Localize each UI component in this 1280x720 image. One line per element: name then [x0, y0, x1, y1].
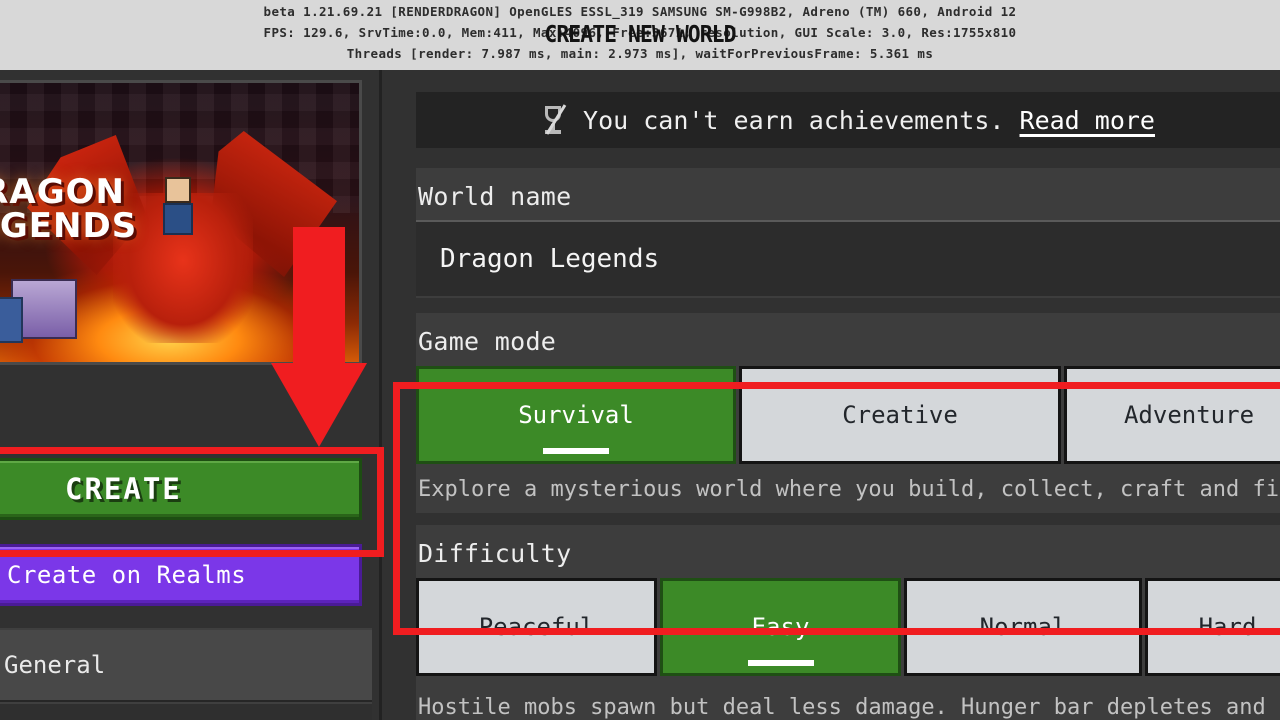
- difficulty-option-hard-label: Hard: [1198, 613, 1257, 641]
- difficulty-options: Peaceful Easy Normal Hard: [416, 578, 1280, 676]
- divider-gamemode-difficulty: [416, 513, 1280, 523]
- divider-world-gamemode: [416, 298, 1280, 308]
- achievements-message: You can't earn achievements. Read more: [583, 106, 1155, 135]
- difficulty-description: Hostile mobs spawn but deal less damage.…: [418, 695, 1280, 720]
- crossed-out-trophy-icon: [541, 104, 567, 136]
- game-mode-section: Game mode Survival Creative Adventure Ex…: [416, 313, 1280, 513]
- minecraft-create-world-screen: beta 1.21.69.21 [RENDERDRAGON] OpenGLES …: [0, 0, 1280, 720]
- world-name-label: World name: [418, 182, 572, 211]
- create-on-realms-label: Create on Realms: [7, 561, 247, 589]
- game-mode-option-creative[interactable]: Creative: [739, 366, 1061, 464]
- thumbnail-title: DRAGON LEGENDS: [0, 175, 183, 243]
- screen-body: DRAGON LEGENDS CREATE Create on Realms G…: [0, 70, 1280, 720]
- difficulty-option-peaceful-label: Peaceful: [478, 613, 595, 641]
- game-mode-options: Survival Creative Adventure: [416, 366, 1280, 464]
- game-mode-description: Explore a mysterious world where you bui…: [418, 477, 1280, 502]
- difficulty-section: Difficulty Peaceful Easy Normal Hard Hos…: [416, 525, 1280, 720]
- debug-line-version: beta 1.21.69.21 [RENDERDRAGON] OpenGLES …: [263, 4, 1017, 19]
- difficulty-option-hard[interactable]: Hard: [1145, 578, 1280, 676]
- main-content: You can't earn achievements. Read more W…: [385, 70, 1280, 720]
- read-more-link[interactable]: Read more: [1020, 106, 1155, 135]
- game-mode-option-adventure[interactable]: Adventure: [1064, 366, 1280, 464]
- difficulty-option-easy-label: Easy: [751, 613, 810, 641]
- debug-overlay: beta 1.21.69.21 [RENDERDRAGON] OpenGLES …: [0, 0, 1280, 70]
- thumbnail-mob-secondary-icon: [0, 297, 23, 343]
- game-mode-option-creative-label: Creative: [842, 401, 958, 429]
- world-name-section: World name Dragon Legends: [416, 168, 1280, 298]
- sidebar-item-general[interactable]: General: [0, 628, 372, 702]
- game-mode-option-survival[interactable]: Survival: [416, 366, 736, 464]
- annotation-red-down-arrow-icon: [271, 227, 367, 447]
- world-name-value: Dragon Legends: [440, 244, 660, 274]
- sidebar-item-general-label: General: [4, 651, 106, 679]
- thumbnail-title-line2: LEGENDS: [0, 206, 138, 246]
- difficulty-option-normal-label: Normal: [979, 613, 1067, 641]
- achievements-message-text: You can't earn achievements.: [583, 105, 1005, 135]
- difficulty-label: Difficulty: [418, 539, 572, 568]
- thumbnail-title-line1: DRAGON: [0, 172, 125, 212]
- game-mode-option-adventure-label: Adventure: [1123, 401, 1255, 429]
- difficulty-option-peaceful[interactable]: Peaceful: [416, 578, 657, 676]
- world-name-input[interactable]: Dragon Legends: [416, 220, 1280, 296]
- achievements-banner[interactable]: You can't earn achievements. Read more: [416, 92, 1280, 148]
- game-mode-option-survival-label: Survival: [518, 401, 634, 429]
- game-mode-label: Game mode: [418, 327, 557, 356]
- difficulty-option-easy[interactable]: Easy: [660, 578, 901, 676]
- create-button[interactable]: CREATE: [0, 458, 362, 520]
- create-on-realms-button[interactable]: Create on Realms: [0, 544, 362, 606]
- page-title: CREATE NEW WORLD: [544, 22, 736, 48]
- debug-line-threads: Threads [render: 7.987 ms, main: 2.973 m…: [346, 46, 934, 61]
- difficulty-option-normal[interactable]: Normal: [904, 578, 1142, 676]
- sidebar-item-advanced[interactable]: Advanced: [0, 702, 372, 720]
- create-button-label: CREATE: [65, 472, 182, 506]
